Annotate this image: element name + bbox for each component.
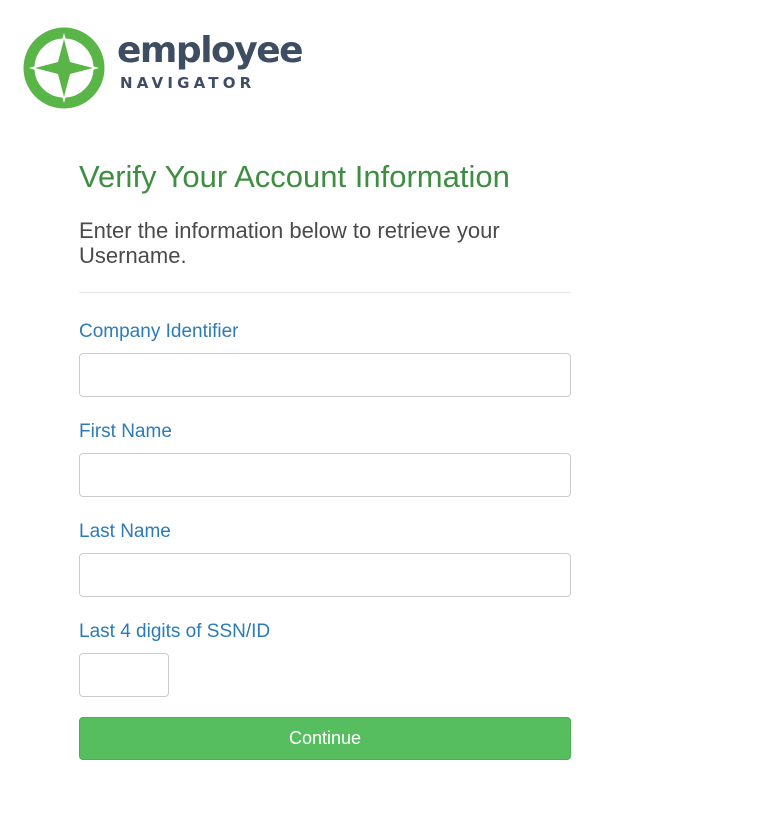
logo-wordmark: employee (117, 30, 304, 71)
continue-button[interactable]: Continue (79, 717, 571, 760)
ssn-last4-label: Last 4 digits of SSN/ID (79, 621, 271, 642)
logo-tagline: NAVIGATOR (120, 74, 256, 92)
last-name-label: Last Name (79, 521, 171, 542)
page-title: Verify Your Account Information (79, 159, 510, 194)
verify-account-form-container: Verify Your Account Information Enter th… (79, 158, 571, 760)
verify-account-form: Company Identifier First Name Last Name … (79, 321, 571, 760)
company-identifier-label: Company Identifier (79, 321, 239, 342)
first-name-label: First Name (79, 421, 172, 442)
ssn-last4-input[interactable] (79, 653, 169, 697)
first-name-input[interactable] (79, 453, 571, 497)
divider (79, 292, 571, 293)
compass-star-icon (23, 27, 105, 109)
company-identifier-input[interactable] (79, 353, 571, 397)
last-name-input[interactable] (79, 553, 571, 597)
page-subtitle: Enter the information below to retrieve … (79, 218, 500, 268)
employee-navigator-logo: employee NAVIGATOR (23, 27, 304, 111)
